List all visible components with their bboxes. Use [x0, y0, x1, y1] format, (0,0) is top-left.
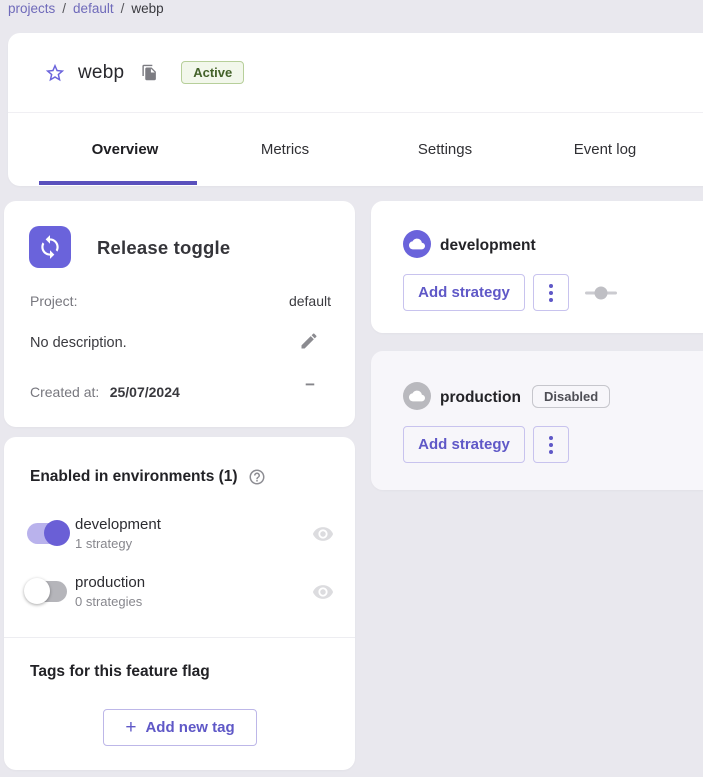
environment-name: production [75, 574, 145, 591]
environment-name: development [75, 516, 161, 533]
tab-metrics[interactable]: Metrics [205, 113, 365, 185]
favorite-star-icon[interactable] [44, 62, 66, 84]
toggle-knob [24, 578, 50, 604]
release-toggle-loop-icon [29, 226, 71, 268]
environment-panel-name: production [440, 389, 521, 407]
strategy-node-icon [585, 286, 617, 305]
more-options-kebab-icon[interactable] [533, 274, 569, 311]
more-options-kebab-icon[interactable] [533, 426, 569, 463]
cloud-environment-icon [403, 382, 431, 410]
breadcrumb-link-projects[interactable]: projects [8, 1, 55, 16]
project-label: Project: [30, 293, 77, 309]
tags-section-title: Tags for this feature flag [30, 663, 210, 681]
feature-type-label: Release toggle [97, 237, 230, 259]
active-tab-indicator [39, 181, 197, 185]
edit-description-pencil-icon[interactable] [299, 331, 319, 351]
environments-card-title-row: Enabled in environments (1) [30, 468, 266, 486]
plus-icon: + [125, 718, 136, 737]
environments-title: Enabled in environments (1) [30, 468, 238, 486]
add-strategy-button[interactable]: Add strategy [403, 426, 525, 463]
tab-event-log[interactable]: Event log [525, 113, 685, 185]
breadcrumb: projects / default / webp [8, 1, 164, 16]
environment-panel-name: development [440, 237, 536, 255]
tab-settings[interactable]: Settings [365, 113, 525, 185]
breadcrumb-separator: / [121, 1, 125, 16]
environment-strategy-count: 1 strategy [75, 536, 132, 551]
development-toggle[interactable] [27, 523, 67, 544]
collapse-minus-icon[interactable]: − [305, 375, 315, 395]
visibility-eye-icon[interactable] [312, 523, 334, 545]
description-text: No description. [30, 335, 127, 351]
breadcrumb-link-default[interactable]: default [73, 1, 114, 16]
feature-header-card: webp Active Overview Metrics Settings Ev… [8, 33, 703, 186]
feature-title-row: webp Active [8, 33, 703, 113]
visibility-eye-icon[interactable] [312, 581, 334, 603]
copy-icon[interactable] [141, 63, 158, 82]
add-new-tag-label: Add new tag [145, 719, 234, 736]
environments-card: Enabled in environments (1) development … [4, 437, 355, 770]
created-at-row: Created at: 25/07/2024 [30, 384, 180, 402]
production-environment-panel: production Disabled Add strategy [371, 351, 703, 490]
breadcrumb-current: webp [131, 1, 163, 16]
production-toggle[interactable] [27, 581, 67, 602]
feature-details-card: Release toggle Project: default No descr… [4, 201, 355, 427]
created-at-value: 25/07/2024 [110, 384, 180, 400]
section-divider [4, 637, 355, 638]
breadcrumb-separator: / [62, 1, 66, 16]
add-strategy-button[interactable]: Add strategy [403, 274, 525, 311]
cloud-environment-icon [403, 230, 431, 258]
tab-bar: Overview Metrics Settings Event log [8, 113, 703, 185]
help-icon[interactable] [248, 468, 266, 486]
environment-strategy-count: 0 strategies [75, 594, 142, 609]
development-environment-panel: development Add strategy [371, 201, 703, 333]
page-title: webp [78, 62, 124, 84]
toggle-knob [44, 520, 70, 546]
status-badge: Active [181, 61, 244, 84]
project-value: default [289, 293, 331, 309]
tab-overview[interactable]: Overview [45, 113, 205, 185]
disabled-badge: Disabled [532, 385, 610, 408]
add-new-tag-button[interactable]: + Add new tag [103, 709, 257, 746]
created-at-label: Created at: [30, 384, 99, 400]
